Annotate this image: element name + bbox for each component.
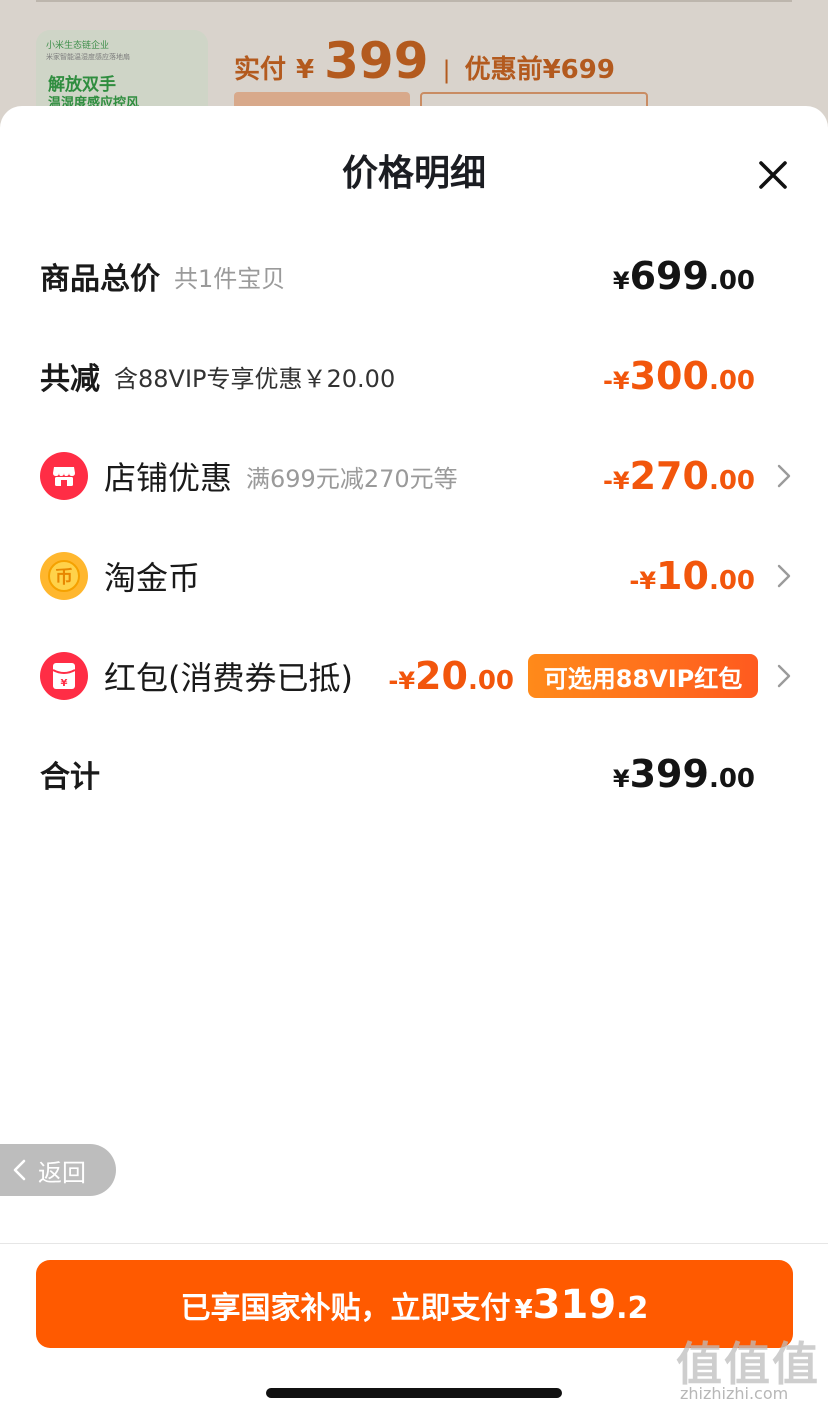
back-button[interactable]: 返回 — [0, 1144, 116, 1196]
paid-label: 实付 — [234, 55, 287, 85]
before-discount-price: 优惠前¥699 — [464, 55, 615, 85]
row-label-group: 币 淘金币 — [40, 544, 200, 608]
close-icon — [759, 161, 787, 189]
currency-symbol: ¥ — [612, 267, 630, 295]
amount-decimal: .00 — [708, 466, 755, 496]
red-packet-label: 红包(消费券已抵) — [104, 659, 353, 697]
home-indicator — [266, 1388, 562, 1398]
pay-button-text: 已享国家补贴，立即支付 — [180, 1291, 511, 1326]
row-label-group: 商品总价 共1件宝贝 — [40, 244, 285, 308]
taobao-coin-label: 淘金币 — [104, 559, 201, 597]
shop-discount-amount: -¥ 270 .00 — [603, 444, 755, 508]
row-item-total: 商品总价 共1件宝贝 ¥ 699 .00 — [0, 244, 828, 308]
currency-symbol: -¥ — [602, 367, 630, 395]
reduction-amount: -¥ 300 .00 — [603, 344, 755, 408]
amount-decimal: .00 — [708, 366, 755, 396]
amount-integer: 300 — [629, 354, 709, 398]
currency-symbol: -¥ — [388, 667, 416, 695]
coin-icon: 币 — [40, 552, 88, 600]
currency-symbol: ¥ — [514, 1295, 533, 1325]
item-total-amount: ¥ 699 .00 — [613, 244, 755, 308]
amount-decimal: .2 — [616, 1291, 649, 1326]
taobao-coin-amount: -¥ 10 .00 — [629, 544, 755, 608]
row-shop-discount[interactable]: 店铺优惠 满699元减270元等 -¥ 270 .00 — [0, 444, 828, 508]
svg-text:¥: ¥ — [61, 678, 68, 689]
close-button[interactable] — [752, 154, 794, 196]
amount-integer: 399 — [629, 752, 709, 796]
vip-discount-note: 含88VIP专享优惠￥20.00 — [114, 364, 396, 393]
thumb-brand: 小米生态链企业 — [46, 41, 110, 51]
chevron-right-icon[interactable] — [770, 662, 798, 690]
paid-currency: ¥ — [296, 55, 315, 85]
reduction-label: 共减 — [40, 362, 100, 397]
red-packet-amount: -¥ 20 .00 — [388, 644, 514, 708]
amount-decimal: .00 — [708, 764, 755, 794]
background-divider — [36, 0, 792, 2]
sheet-title: 价格明细 — [341, 153, 486, 194]
sum-amount: ¥ 399 .00 — [613, 742, 755, 806]
price-detail-sheet: 价格明细 商品总价 共1件宝贝 ¥ 699 .00 共减 含88VIP专享优惠￥… — [0, 106, 828, 1413]
chevron-left-icon — [13, 1159, 26, 1181]
paid-amount: 399 — [324, 32, 429, 90]
item-total-label: 商品总价 — [40, 262, 160, 297]
item-count-note: 共1件宝贝 — [174, 264, 286, 293]
footer-divider — [0, 1243, 828, 1244]
amount-decimal: .00 — [708, 566, 755, 596]
row-total-reduction: 共减 含88VIP专享优惠￥20.00 -¥ 300 .00 — [0, 344, 828, 408]
amount-integer: 10 — [656, 554, 709, 598]
shop-discount-label: 店铺优惠 — [104, 459, 233, 497]
amount-decimal: .00 — [467, 666, 514, 696]
currency-symbol: -¥ — [629, 567, 657, 595]
chevron-right-icon[interactable] — [770, 562, 798, 590]
sum-label: 合计 — [40, 760, 100, 795]
vip-red-packet-badge[interactable]: 可选用88VIP红包 — [528, 654, 758, 698]
red-packet-icon: ¥ — [40, 652, 88, 700]
row-sum-total: 合计 ¥ 399 .00 — [0, 742, 828, 806]
background-price-line: 实付 ¥ 399 | 优惠前¥699 — [234, 32, 615, 92]
store-icon — [40, 452, 88, 500]
amount-integer: 699 — [629, 254, 709, 298]
amount-integer: 20 — [415, 654, 468, 698]
thumb-subtitle: 米家智能温湿度感应落地扇 — [46, 53, 130, 61]
svg-text:币: 币 — [55, 567, 73, 588]
row-red-packet[interactable]: ¥ 红包(消费券已抵) -¥ 20 .00 可选用88VIP红包 — [0, 644, 828, 708]
shop-discount-note: 满699元减270元等 — [246, 464, 458, 493]
chevron-right-icon[interactable] — [770, 462, 798, 490]
row-taobao-coin[interactable]: 币 淘金币 -¥ 10 .00 — [0, 544, 828, 608]
row-label-group: 店铺优惠 满699元减270元等 — [40, 444, 458, 508]
back-label: 返回 — [38, 1158, 86, 1187]
row-label-group: ¥ 红包(消费券已抵) — [40, 644, 353, 708]
amount-integer: 270 — [629, 454, 709, 498]
currency-symbol: -¥ — [602, 467, 630, 495]
amount-integer: 319 — [532, 1282, 617, 1328]
watermark-site: zhizhizhi.com — [680, 1384, 789, 1403]
price-separator: | — [442, 56, 451, 84]
amount-decimal: .00 — [708, 266, 755, 296]
row-label-group: 合计 — [40, 742, 100, 806]
currency-symbol: ¥ — [612, 765, 630, 793]
row-label-group: 共减 含88VIP专享优惠￥20.00 — [40, 344, 395, 408]
